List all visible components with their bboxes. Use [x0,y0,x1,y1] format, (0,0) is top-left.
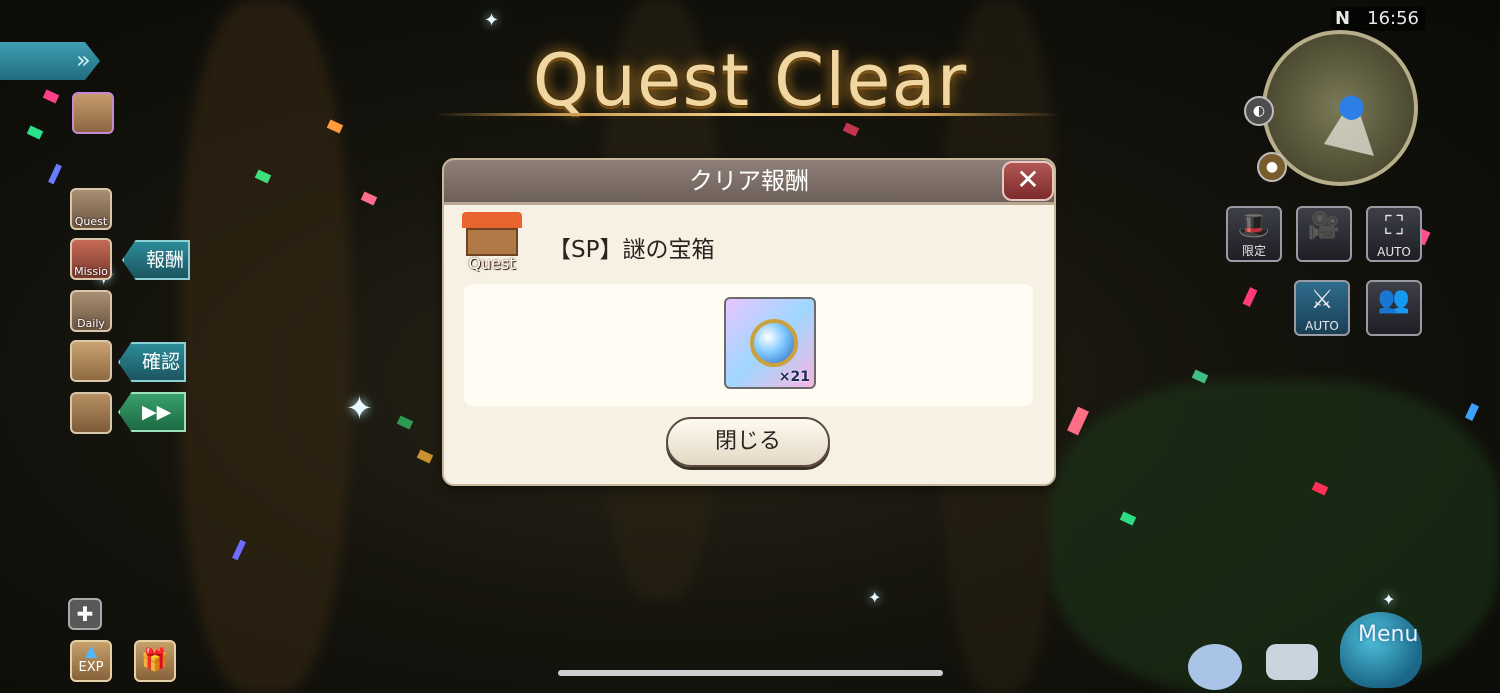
quest-roof [462,212,522,228]
party-button[interactable]: 👥 [1366,280,1422,336]
sparkle: ✦ [484,10,500,31]
sparkle: ✦ [868,588,882,607]
up-arrow-icon: ▲ [84,641,98,660]
title-underline [435,113,1060,116]
plus-button[interactable]: ✚ [68,598,102,630]
reward-dialog: クリア報酬 Quest 【SP】謎の宝箱 ×21 閉じる [444,160,1054,484]
reward-tag[interactable]: 報酬 [122,240,190,280]
expand-banner[interactable]: » [0,42,100,80]
confetti-piece [1464,403,1480,421]
emote-face-icon[interactable] [1188,644,1242,690]
confetti-piece [48,163,62,185]
auto-label: AUTO [1377,245,1411,259]
auto-battle-button[interactable]: ⚔ AUTO [1294,280,1350,336]
close-x-button[interactable]: ✕ [1002,161,1054,201]
reward-item-count: ×21 [778,369,810,385]
auto-target-button[interactable]: ⛶ AUTO [1366,206,1422,262]
swords-icon: ⚔ [1310,285,1334,315]
exp-boost-button[interactable]: ▲ EXP [70,640,112,682]
reward-name: 【SP】謎の宝箱 [548,237,715,263]
daily-button[interactable]: Daily [70,290,112,332]
camera-button[interactable]: 🎥 [1296,206,1352,262]
mission-button[interactable]: Missio [70,238,112,280]
treasure-chest-icon[interactable] [70,392,112,434]
target-frame-icon: ⛶ [1384,211,1404,241]
confirm-tag[interactable]: 確認 [118,342,186,382]
confetti-piece [360,191,378,206]
confetti-piece [26,125,44,140]
limited-button[interactable]: 🎩 限定 [1226,206,1282,262]
fox-mask-icon[interactable] [70,340,112,382]
quest-button-label: Quest [74,215,108,228]
camera-icon: 🎥 [1307,211,1341,241]
crystal-orb-icon [750,319,798,367]
sparkle: ✦ [1382,590,1396,609]
compass-north: N [1335,8,1351,29]
minimap-toggle-button[interactable]: ◐ [1244,96,1274,126]
quest-building [466,228,518,256]
close-dialog-button[interactable]: 閉じる [666,417,830,467]
fast-forward-tag[interactable]: ▶▶ [118,392,186,432]
clock-time: 16:56 [1367,8,1419,29]
clock: N 16:56 [1331,7,1425,31]
character-icon-button[interactable]: ● [1257,152,1287,182]
fox-mask-icon[interactable] [72,92,114,134]
quest-icon: Quest [460,212,524,274]
quest-icon-label: Quest [468,254,516,273]
top-hat-icon: 🎩 [1237,211,1271,241]
quest-button[interactable]: Quest [70,188,112,230]
chat-bubble-icon[interactable] [1266,644,1318,680]
confetti-piece [396,415,414,430]
limited-label: 限定 [1241,244,1266,258]
reward-items-panel: ×21 [464,284,1033,406]
item-box-button[interactable]: 🎁 [134,640,176,682]
party-icon: 👥 [1377,285,1411,315]
exp-label: EXP [78,660,104,675]
daily-button-label: Daily [77,317,105,330]
mission-button-label: Missio [74,265,108,278]
menu-label[interactable]: Menu [1358,622,1418,647]
confetti-piece [842,122,860,137]
auto2-label: AUTO [1305,319,1339,333]
confetti-piece [416,449,434,464]
home-indicator[interactable] [558,670,943,676]
location-pin-icon: ⬤ [1338,92,1365,120]
confetti-piece [1242,287,1258,307]
double-chevron-icon: » [76,46,91,74]
reward-item-slot[interactable]: ×21 [724,297,816,389]
sparkle: ✦ [346,389,373,427]
dialog-header: クリア報酬 [444,160,1054,205]
